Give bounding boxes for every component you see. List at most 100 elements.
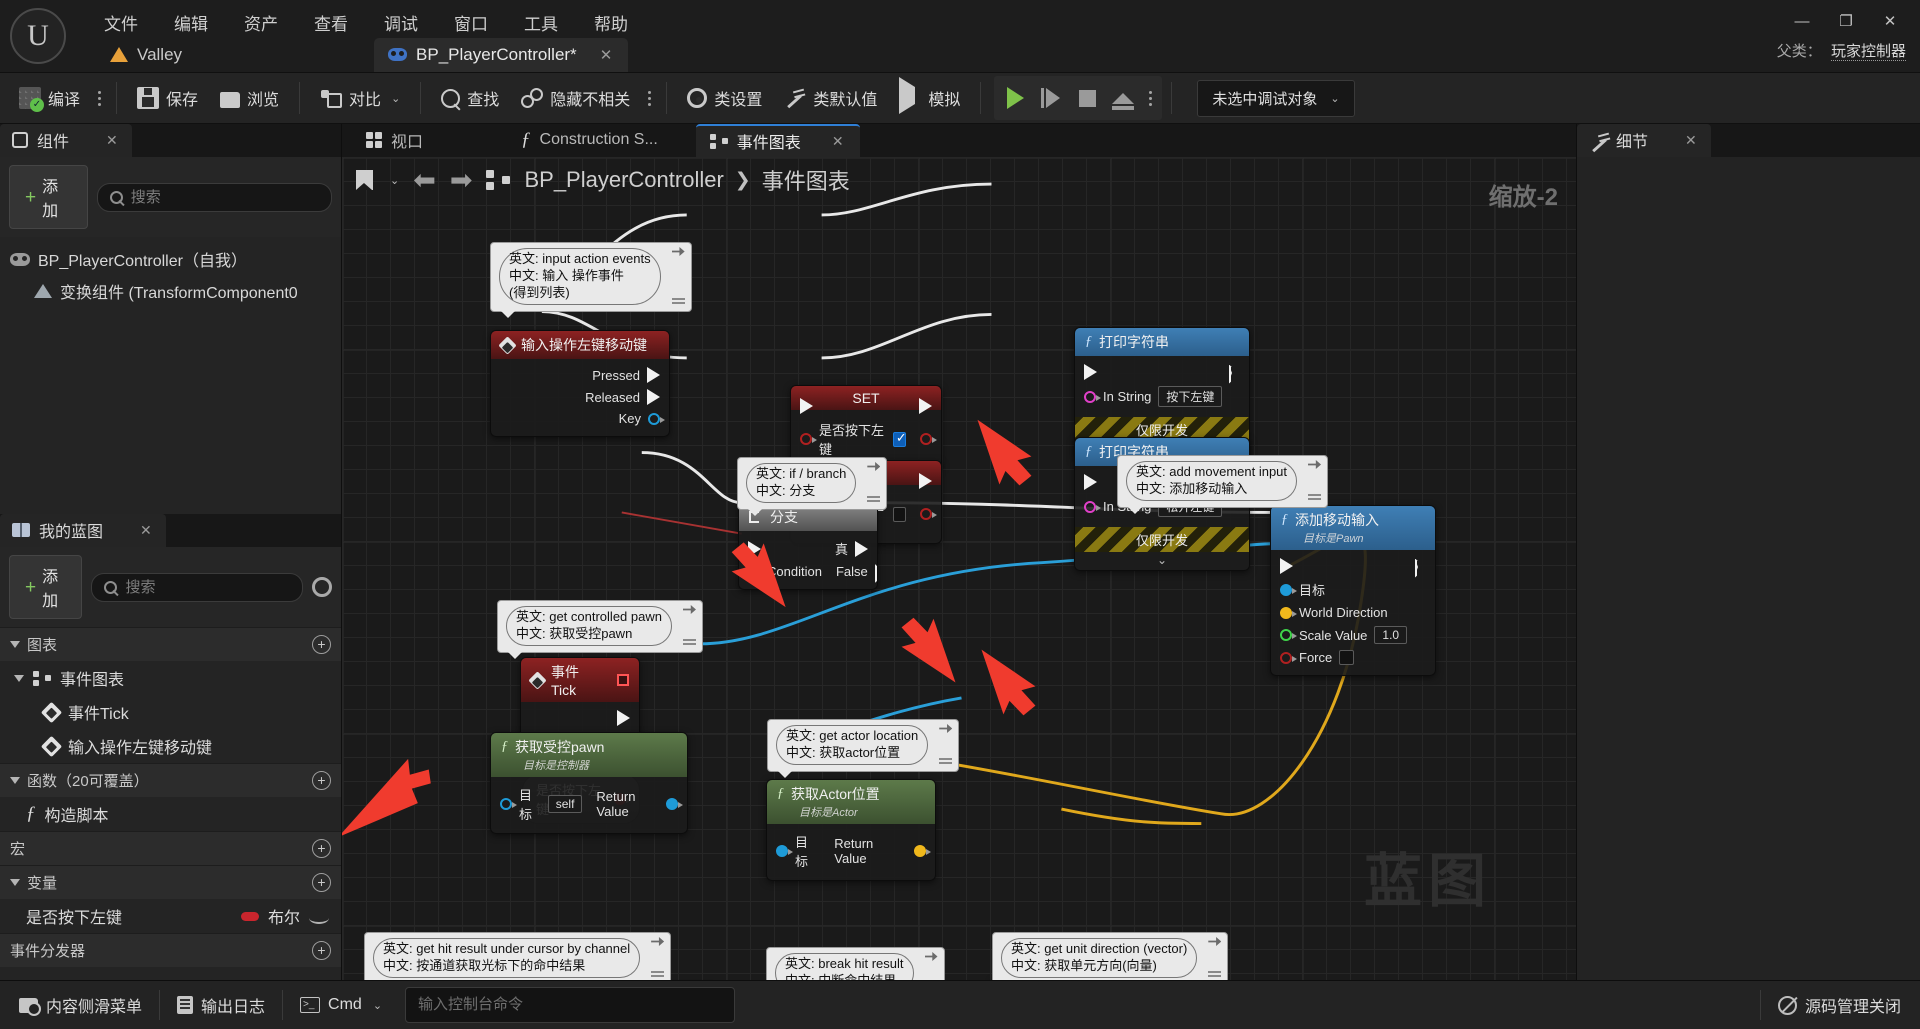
pin-icon[interactable] bbox=[1308, 460, 1321, 469]
doc-tab-valley[interactable]: Valley bbox=[96, 38, 198, 72]
pin-icon[interactable] bbox=[1208, 937, 1221, 946]
node-add-movement-scale-value[interactable]: 1.0 bbox=[1374, 626, 1408, 644]
pin-key[interactable]: Key bbox=[491, 408, 669, 429]
class-defaults-button[interactable]: 类默认值 bbox=[773, 78, 888, 118]
section-functions[interactable]: 函数（20可覆盖） + bbox=[0, 763, 341, 797]
pin-icon[interactable] bbox=[683, 605, 696, 614]
node-print1-instring-value[interactable]: 按下左键 bbox=[1158, 386, 1223, 407]
pin-icon[interactable] bbox=[672, 247, 685, 256]
my-blueprint-search-input[interactable] bbox=[125, 578, 290, 596]
node-get-pawn-target-row[interactable]: 目标 self Return Value bbox=[491, 782, 687, 826]
set-true-checkbox[interactable] bbox=[892, 430, 907, 447]
breakpoint-icon[interactable] bbox=[617, 674, 629, 686]
blueprint-graph-canvas[interactable]: ⌄ ⬅ ➡ BP_PlayerController ❯ 事件图表 缩放-2 蓝图 bbox=[342, 157, 1576, 980]
node-print2-expand-icon[interactable]: ⌄ bbox=[1075, 552, 1249, 570]
play-options-button[interactable] bbox=[1142, 78, 1158, 118]
maximize-button[interactable]: ❐ bbox=[1824, 6, 1868, 36]
find-button[interactable]: 查找 bbox=[430, 78, 510, 118]
menu-view[interactable]: 查看 bbox=[296, 4, 366, 41]
menu-asset[interactable]: 资产 bbox=[226, 4, 296, 41]
console-command-input[interactable] bbox=[418, 996, 723, 1013]
section-event-dispatchers-add-icon[interactable]: + bbox=[312, 941, 331, 960]
menu-edit[interactable]: 编辑 bbox=[156, 4, 226, 41]
details-close-icon[interactable]: ✕ bbox=[1657, 132, 1697, 149]
menu-file[interactable]: 文件 bbox=[86, 4, 156, 41]
source-control-button[interactable]: 源码管理关闭 bbox=[1765, 986, 1914, 1024]
breadcrumb-root[interactable]: BP_PlayerController bbox=[524, 167, 723, 193]
debug-object-dropdown[interactable]: 未选中调试对象 ⌄ bbox=[1197, 79, 1355, 117]
pin-icon[interactable] bbox=[867, 462, 880, 471]
tab-viewport[interactable]: 视口 bbox=[352, 124, 439, 157]
function-item-construction-script[interactable]: ƒ 构造脚本 bbox=[0, 797, 341, 831]
menu-window[interactable]: 窗口 bbox=[436, 4, 506, 41]
node-add-movement-target-row[interactable]: 目标 bbox=[1271, 577, 1435, 602]
component-row-transform[interactable]: 变换组件 (TransformComponent0 bbox=[0, 275, 341, 307]
node-print1-exec-row[interactable] bbox=[1075, 361, 1249, 383]
section-macros-add-icon[interactable]: + bbox=[312, 839, 331, 858]
eject-button[interactable] bbox=[1106, 81, 1140, 115]
my-blueprint-close-icon[interactable]: ✕ bbox=[112, 522, 152, 539]
forward-arrow-icon[interactable]: ➡ bbox=[450, 166, 473, 194]
doc-tab-bp-playercontroller[interactable]: BP_PlayerController* ✕ bbox=[374, 38, 629, 72]
components-search-input[interactable] bbox=[130, 188, 319, 206]
node-branch-condition-row[interactable]: Condition False bbox=[739, 561, 877, 582]
variable-row[interactable]: 是否按下左键 布尔 bbox=[0, 899, 341, 933]
parent-class-link[interactable]: 玩家控制器 bbox=[1830, 43, 1906, 61]
my-blueprint-settings-icon[interactable] bbox=[312, 577, 332, 597]
console-command-box[interactable] bbox=[405, 987, 736, 1023]
graph-item-event-tick[interactable]: 事件Tick bbox=[0, 695, 341, 729]
force-checkbox[interactable] bbox=[1339, 650, 1355, 665]
menu-tools[interactable]: 工具 bbox=[506, 4, 576, 41]
node-get-pawn-target-value[interactable]: self bbox=[547, 795, 583, 813]
node-branch-exec-row[interactable]: 真 bbox=[739, 536, 877, 561]
output-log-button[interactable]: 输出日志 bbox=[164, 986, 278, 1024]
class-settings-button[interactable]: 类设置 bbox=[676, 78, 773, 118]
node-input-action-lmb[interactable]: 输入操作左键移动键 Pressed Released Key bbox=[490, 330, 670, 437]
compile-button[interactable]: 编译 bbox=[8, 78, 91, 118]
node-get-controlled-pawn[interactable]: ƒ 获取受控pawn 目标是控制器 目标 self Return Value bbox=[490, 732, 688, 834]
eye-icon[interactable] bbox=[309, 910, 331, 924]
section-graphs-add-icon[interactable]: + bbox=[312, 635, 331, 654]
set-false-checkbox[interactable] bbox=[892, 506, 906, 522]
tab-event-graph[interactable]: 事件图表 ✕ bbox=[695, 124, 860, 157]
components-add-button[interactable]: + 添加 bbox=[9, 165, 88, 229]
tab-my-blueprint[interactable]: 我的蓝图 ✕ bbox=[0, 514, 166, 547]
bookmark-icon[interactable] bbox=[356, 170, 373, 190]
pin-icon[interactable] bbox=[925, 952, 938, 961]
back-arrow-icon[interactable]: ⬅ bbox=[413, 166, 436, 194]
node-event-tick-exec-row[interactable] bbox=[521, 707, 639, 729]
node-set-true-value-row[interactable]: 是否按下左键 bbox=[791, 417, 941, 461]
cmd-mode-button[interactable]: Cmd ⌄ bbox=[287, 989, 395, 1021]
diff-button[interactable]: 对比 ⌄ bbox=[309, 78, 411, 118]
section-functions-add-icon[interactable]: + bbox=[312, 771, 331, 790]
section-variables-add-icon[interactable]: + bbox=[312, 873, 331, 892]
graph-group-event-graph[interactable]: 事件图表 bbox=[0, 661, 341, 695]
menu-debug[interactable]: 调试 bbox=[366, 4, 436, 41]
chevron-down-icon[interactable]: ⌄ bbox=[390, 174, 399, 187]
node-get-actor-loc-row[interactable]: 目标 Return Value bbox=[767, 829, 935, 873]
components-search-box[interactable] bbox=[96, 182, 332, 212]
play-button[interactable] bbox=[998, 81, 1032, 115]
simulate-button[interactable]: 模拟 bbox=[888, 77, 971, 118]
section-variables[interactable]: 变量 + bbox=[0, 865, 341, 899]
tab-details[interactable]: 细节 ✕ bbox=[1577, 124, 1711, 157]
section-macros[interactable]: 宏 + bbox=[0, 831, 341, 865]
hide-unrelated-button[interactable]: 隐藏不相关 bbox=[510, 78, 641, 118]
save-button[interactable]: 保存 bbox=[126, 78, 209, 118]
node-add-movement-exec-row[interactable] bbox=[1271, 555, 1435, 577]
node-add-movement-scale-row[interactable]: Scale Value 1.0 bbox=[1271, 623, 1435, 647]
hide-unrelated-options-button[interactable] bbox=[641, 78, 657, 118]
pin-icon[interactable] bbox=[651, 937, 664, 946]
compile-options-button[interactable] bbox=[91, 78, 107, 118]
tab-components[interactable]: 组件 ✕ bbox=[0, 124, 132, 157]
pin-released[interactable]: Released bbox=[491, 386, 669, 408]
node-print1-instring-row[interactable]: In String 按下左键 bbox=[1075, 383, 1249, 410]
node-add-movement-input[interactable]: ƒ 添加移动输入 目标是Pawn 目标 World Direction Scal… bbox=[1270, 505, 1436, 676]
stop-button[interactable] bbox=[1070, 81, 1104, 115]
node-add-movement-direction-row[interactable]: World Direction bbox=[1271, 602, 1435, 623]
pin-icon[interactable] bbox=[939, 724, 952, 733]
tab-construction-script[interactable]: ƒ Construction S... bbox=[507, 124, 674, 157]
graph-item-input-action[interactable]: 输入操作左键移动键 bbox=[0, 729, 341, 763]
content-drawer-button[interactable]: 内容侧滑菜单 bbox=[6, 986, 155, 1024]
close-button[interactable]: ✕ bbox=[1868, 6, 1912, 36]
